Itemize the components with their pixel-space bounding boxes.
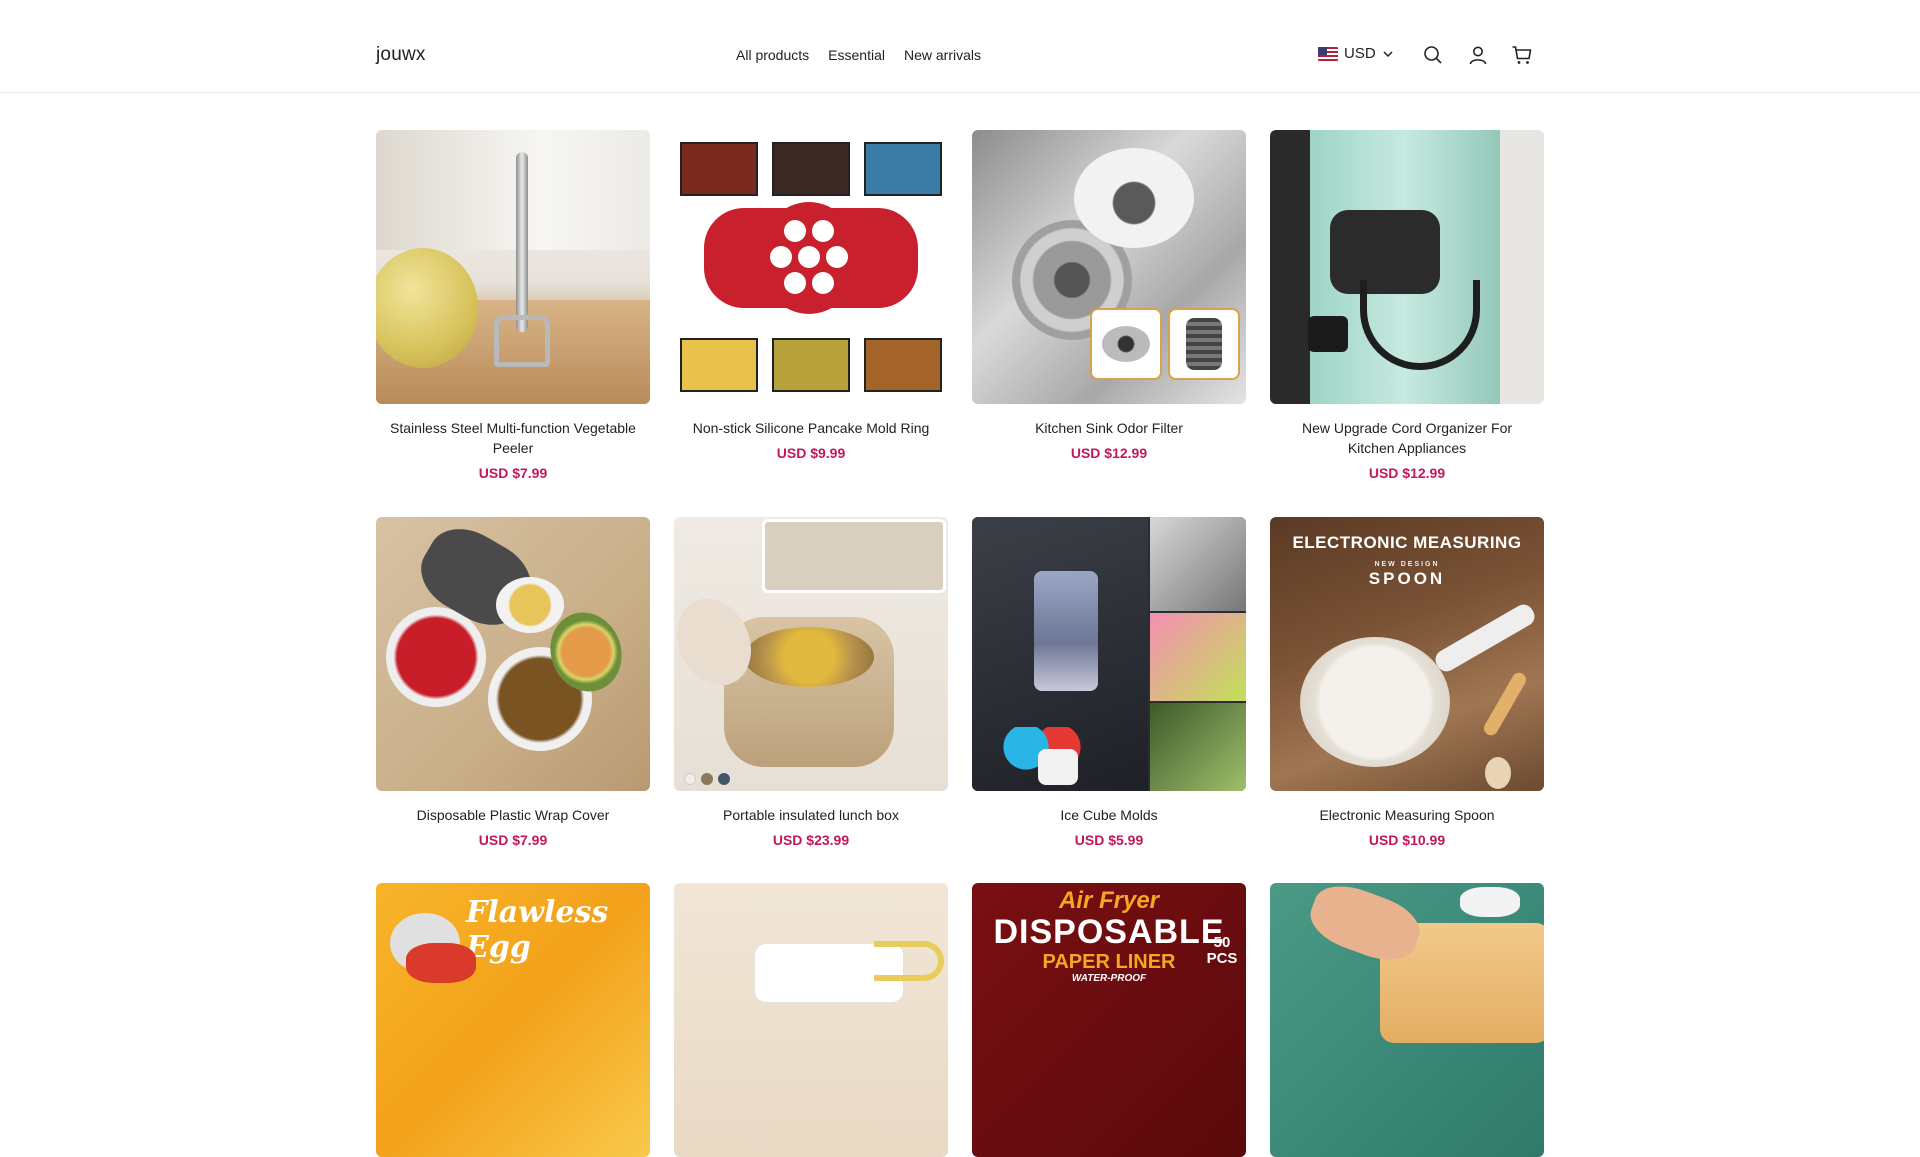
image-headline: ELECTRONIC MEASURING xyxy=(1292,533,1522,552)
product-image[interactable] xyxy=(972,517,1246,791)
product-card[interactable]: Flawless Egg xyxy=(376,883,650,1157)
currency-selector[interactable]: USD xyxy=(1318,45,1394,62)
product-card[interactable]: Air Fryer DISPOSABLE PAPER LINER WATER-P… xyxy=(972,883,1246,1157)
product-price: USD $7.99 xyxy=(478,832,548,848)
product-card[interactable]: New Upgrade Cord Organizer For Kitchen A… xyxy=(1270,130,1544,481)
product-image[interactable] xyxy=(376,130,650,404)
product-price: USD $10.99 xyxy=(1368,832,1446,848)
nav-all-products[interactable]: All products xyxy=(736,47,809,63)
product-card[interactable]: Stainless Steel Multi-function Vegetable… xyxy=(376,130,650,481)
product-card[interactable]: Non-stick Silicone Pancake Mold Ring USD… xyxy=(674,130,948,461)
image-subhead: NEW DESIGN xyxy=(1374,561,1440,568)
product-image[interactable] xyxy=(1270,883,1544,1157)
nav-new-arrivals[interactable]: New arrivals xyxy=(904,47,981,63)
product-card[interactable] xyxy=(1270,883,1544,1157)
site-header: jouwx All products Essential New arrival… xyxy=(0,0,1920,93)
search-icon[interactable] xyxy=(1422,44,1444,66)
product-title[interactable]: Electronic Measuring Spoon xyxy=(1270,805,1544,825)
product-image[interactable]: ELECTRONIC MEASURING NEW DESIGN SPOON xyxy=(1270,517,1544,791)
product-image[interactable] xyxy=(1270,130,1544,404)
product-price: USD $12.99 xyxy=(1368,465,1446,481)
product-title[interactable]: Portable insulated lunch box xyxy=(674,805,948,825)
image-spoon-label: SPOON xyxy=(1368,569,1446,588)
image-airfryer-pcs: 50 PCS xyxy=(1206,934,1238,967)
product-card[interactable]: Portable insulated lunch box USD $23.99 xyxy=(674,517,948,848)
product-title[interactable]: Kitchen Sink Odor Filter xyxy=(972,418,1246,438)
image-airfryer-line1: Air Fryer xyxy=(1058,887,1160,914)
product-image[interactable] xyxy=(376,517,650,791)
product-image[interactable] xyxy=(674,517,948,791)
product-image[interactable] xyxy=(972,130,1246,404)
product-title[interactable]: Ice Cube Molds xyxy=(972,805,1246,825)
product-card[interactable] xyxy=(674,883,948,1157)
nav-essential[interactable]: Essential xyxy=(828,47,885,63)
product-price: USD $5.99 xyxy=(1074,832,1144,848)
us-flag-icon xyxy=(1318,46,1338,61)
product-image[interactable]: Flawless Egg xyxy=(376,883,650,1157)
chevron-down-icon xyxy=(1383,50,1393,57)
product-card[interactable]: ELECTRONIC MEASURING NEW DESIGN SPOON El… xyxy=(1270,517,1544,848)
product-card[interactable]: Ice Cube Molds USD $5.99 xyxy=(972,517,1246,848)
product-image[interactable] xyxy=(674,130,948,404)
main-nav: All products Essential New arrivals xyxy=(736,47,981,63)
product-price: USD $7.99 xyxy=(478,465,548,481)
product-card[interactable]: Disposable Plastic Wrap Cover USD $7.99 xyxy=(376,517,650,848)
account-icon[interactable] xyxy=(1467,44,1489,66)
site-logo[interactable]: jouwx xyxy=(376,44,426,66)
product-card[interactable]: Kitchen Sink Odor Filter USD $12.99 xyxy=(972,130,1246,461)
product-image[interactable] xyxy=(674,883,948,1157)
product-title[interactable]: New Upgrade Cord Organizer For Kitchen A… xyxy=(1270,418,1544,458)
product-title[interactable]: Stainless Steel Multi-function Vegetable… xyxy=(376,418,650,458)
product-title[interactable]: Non-stick Silicone Pancake Mold Ring xyxy=(674,418,948,438)
cart-icon[interactable] xyxy=(1511,44,1533,66)
product-price: USD $9.99 xyxy=(776,445,846,461)
product-image[interactable]: Air Fryer DISPOSABLE PAPER LINER WATER-P… xyxy=(972,883,1246,1157)
product-price: USD $12.99 xyxy=(1070,445,1148,461)
product-price: USD $23.99 xyxy=(772,832,850,848)
image-headline: Flawless Egg xyxy=(466,895,609,965)
product-title[interactable]: Disposable Plastic Wrap Cover xyxy=(376,805,650,825)
currency-label: USD xyxy=(1344,45,1376,62)
